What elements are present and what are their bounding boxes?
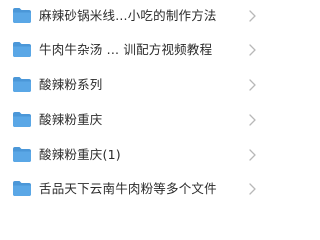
- folder-icon: [13, 8, 31, 23]
- chevron-right-icon: [249, 44, 256, 56]
- folder-icon: [13, 181, 31, 196]
- folder-row[interactable]: 麻辣砂锅米线...小吃的制作方法: [0, 1, 270, 31]
- folder-icon: [13, 147, 31, 162]
- folder-row[interactable]: 舌品天下云南牛肉粉等多个文件: [0, 174, 270, 204]
- folder-row[interactable]: 酸辣粉重庆(1): [0, 140, 270, 170]
- folder-name: 牛肉牛杂汤 ... 训配方视频教程: [39, 42, 213, 57]
- file-list: 麻辣砂锅米线...小吃的制作方法 牛肉牛杂汤 ... 训配方视频教程 酸辣粉系列…: [0, 0, 270, 202]
- chevron-right-icon: [249, 149, 256, 161]
- folder-name: 麻辣砂锅米线...小吃的制作方法: [39, 8, 217, 23]
- folder-row[interactable]: 酸辣粉系列: [0, 70, 270, 100]
- folder-name: 酸辣粉重庆(1): [39, 147, 121, 162]
- folder-row[interactable]: 酸辣粉重庆: [0, 105, 270, 135]
- folder-row[interactable]: 牛肉牛杂汤 ... 训配方视频教程: [0, 35, 270, 65]
- folder-name: 舌品天下云南牛肉粉等多个文件: [39, 181, 217, 196]
- folder-name: 酸辣粉重庆: [39, 112, 103, 127]
- folder-icon: [13, 42, 31, 57]
- chevron-right-icon: [249, 114, 256, 126]
- folder-icon: [13, 112, 31, 127]
- folder-name: 酸辣粉系列: [39, 77, 103, 92]
- chevron-right-icon: [249, 10, 256, 22]
- folder-icon: [13, 77, 31, 92]
- chevron-right-icon: [249, 183, 256, 195]
- chevron-right-icon: [249, 79, 256, 91]
